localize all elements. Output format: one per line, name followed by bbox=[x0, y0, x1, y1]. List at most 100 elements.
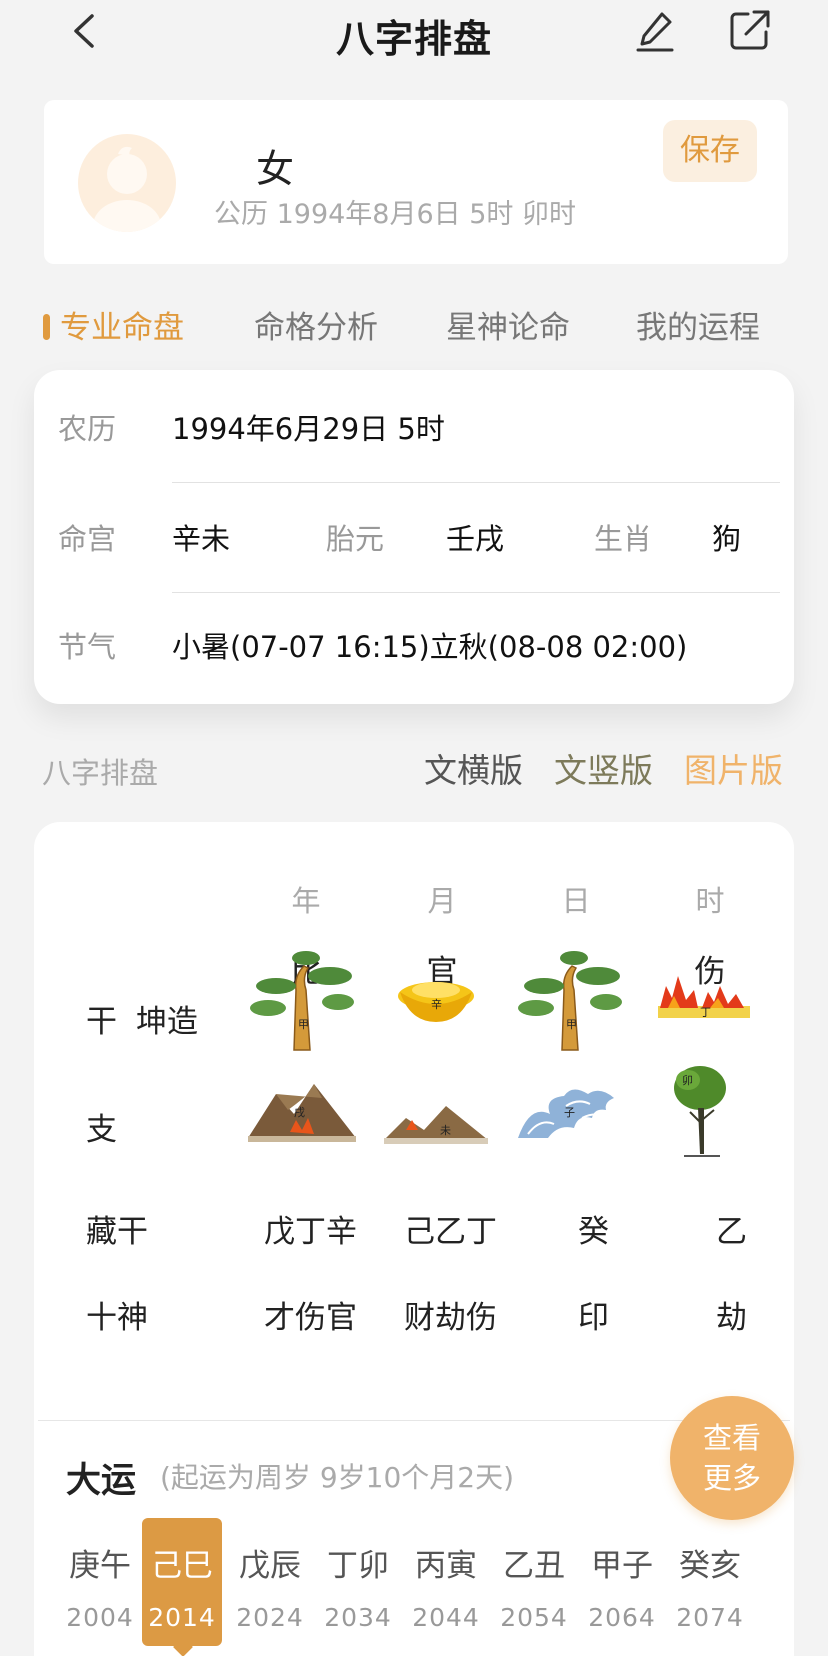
nav-bar: 八字排盘 bbox=[0, 0, 828, 66]
jieqi-row: 节气 小暑(07-07 16:15)立秋(08-08 02:00) bbox=[34, 592, 794, 702]
dayun-item[interactable]: 丙寅 2044 bbox=[406, 1518, 486, 1646]
zhi-day-image: 子 bbox=[514, 1054, 626, 1162]
branch-char: 卯 bbox=[682, 1074, 693, 1087]
dayun-year: 2064 bbox=[588, 1603, 656, 1632]
gender-text: 女 bbox=[256, 147, 295, 191]
dayun-year: 2024 bbox=[236, 1603, 304, 1632]
dayun-year: 2014 bbox=[148, 1603, 216, 1632]
stem-char: 辛 bbox=[431, 997, 442, 1011]
female-avatar-icon bbox=[93, 146, 161, 232]
lunar-label: 农历 bbox=[58, 412, 117, 446]
view-more-label-line2: 更多 bbox=[702, 1461, 761, 1495]
ten-god-bottom-month: 财劫伤 bbox=[404, 1300, 497, 1336]
hidden-stem-day: 癸 bbox=[578, 1214, 609, 1250]
taiyuan-value: 壬戌 bbox=[446, 522, 505, 556]
dayun-ganzhi: 庚午 bbox=[69, 1548, 131, 1584]
share-external-icon bbox=[730, 10, 770, 50]
fire-icon: 丁 bbox=[658, 976, 750, 1019]
branch-char: 未 bbox=[440, 1124, 451, 1137]
ten-god-bottom-hour: 劫 bbox=[716, 1300, 747, 1336]
minggong-label: 命宫 bbox=[58, 522, 117, 556]
dayun-ganzhi: 丁卯 bbox=[327, 1548, 389, 1584]
pine-tree-icon: 甲 bbox=[518, 951, 622, 1051]
tab-pattern-analysis[interactable]: 命格分析 bbox=[254, 302, 378, 347]
tab-my-fortune[interactable]: 我的运程 bbox=[636, 302, 760, 347]
branch-char: 子 bbox=[564, 1106, 575, 1119]
horizontal-text-version-button[interactable]: 文横版 bbox=[424, 744, 523, 792]
save-button[interactable]: 保存 bbox=[663, 120, 757, 182]
vertical-text-version-button[interactable]: 文竖版 bbox=[554, 744, 653, 792]
dayun-item[interactable]: 癸亥 2074 bbox=[670, 1518, 750, 1646]
dayun-year: 2004 bbox=[66, 1603, 134, 1632]
dayun-year: 2074 bbox=[676, 1603, 744, 1632]
hidden-stem-month: 己乙丁 bbox=[404, 1214, 497, 1250]
row-label-kunzao: 坤造 bbox=[136, 1004, 198, 1040]
column-month: 月 bbox=[427, 884, 457, 918]
dayun-year: 2034 bbox=[324, 1603, 392, 1632]
dayun-item-selected[interactable]: 己巳 2014 bbox=[142, 1518, 222, 1646]
dayun-item[interactable]: 丁卯 2034 bbox=[318, 1518, 398, 1646]
view-more-label-line1: 查看 bbox=[702, 1421, 761, 1455]
lunar-info-card: 农历 1994年6月29日 5时 命宫 辛未 胎元 壬戌 生肖 狗 节气 小暑(… bbox=[34, 370, 794, 704]
row-label-zhi: 支 bbox=[86, 1112, 117, 1148]
edit-button[interactable] bbox=[632, 8, 678, 54]
row-label-shishen: 十神 bbox=[86, 1300, 148, 1336]
dayun-item[interactable]: 戊辰 2024 bbox=[230, 1518, 310, 1646]
small-tree-icon: 卯 bbox=[674, 1066, 726, 1157]
dayun-title: 大运 bbox=[66, 1461, 137, 1501]
hidden-stem-year: 戊丁辛 bbox=[264, 1214, 357, 1250]
column-year: 年 bbox=[291, 884, 321, 918]
dayun-item[interactable]: 乙丑 2054 bbox=[494, 1518, 574, 1646]
tab-professional-chart[interactable]: 专业命盘 bbox=[60, 302, 184, 347]
row-label-canggan: 藏干 bbox=[86, 1214, 148, 1250]
dayun-ganzhi: 戊辰 bbox=[239, 1548, 301, 1584]
lunar-value: 1994年6月29日 5时 bbox=[172, 412, 445, 446]
column-day: 日 bbox=[561, 884, 591, 918]
zhi-month-image: 未 bbox=[380, 1054, 492, 1162]
ten-god-bottom-day: 印 bbox=[578, 1300, 609, 1336]
dayun-ganzhi: 丙寅 bbox=[415, 1548, 477, 1584]
zodiac-label: 生肖 bbox=[594, 522, 653, 556]
waves-icon: 子 bbox=[518, 1089, 614, 1138]
hidden-stem-hour: 乙 bbox=[716, 1214, 747, 1250]
gan-month-image: 辛 bbox=[380, 946, 492, 1054]
dayun-ganzhi: 癸亥 bbox=[679, 1548, 741, 1584]
gan-hour-image: 丁 bbox=[648, 946, 760, 1054]
lunar-row: 农历 1994年6月29日 5时 bbox=[34, 370, 794, 480]
gan-day-image: 甲 bbox=[514, 946, 626, 1054]
tab-active-indicator bbox=[43, 314, 50, 340]
pencil-icon bbox=[636, 12, 674, 52]
tab-bar: 专业命盘 命格分析 星神论命 我的运程 bbox=[0, 294, 828, 350]
avatar bbox=[78, 134, 176, 232]
column-hour: 时 bbox=[695, 884, 725, 918]
zhi-year-image: 戌 bbox=[246, 1054, 358, 1162]
dayun-ganzhi: 己巳 bbox=[151, 1548, 213, 1584]
gan-year-image: 甲 bbox=[246, 946, 358, 1054]
stem-char: 甲 bbox=[298, 1018, 309, 1031]
page-title: 八字排盘 bbox=[335, 17, 492, 61]
profile-card: 女 公历 1994年8月6日 5时 卯时 保存 bbox=[44, 100, 788, 264]
dayun-item[interactable]: 庚午 2004 bbox=[60, 1518, 140, 1646]
minggong-value: 辛未 bbox=[172, 522, 231, 556]
dayun-note: (起运为周岁 9岁10个月2天) bbox=[160, 1461, 515, 1494]
jieqi-value: 小暑(07-07 16:15)立秋(08-08 02:00) bbox=[172, 630, 688, 664]
branch-char: 戌 bbox=[294, 1106, 305, 1119]
mountain-fire-icon: 戌 bbox=[248, 1084, 356, 1142]
image-version-button[interactable]: 图片版 bbox=[684, 744, 783, 792]
pine-tree-icon: 甲 bbox=[250, 951, 354, 1051]
view-more-button[interactable]: 查看 更多 bbox=[670, 1396, 794, 1520]
stem-char: 丁 bbox=[700, 1006, 711, 1019]
zhi-hour-image: 卯 bbox=[648, 1054, 760, 1162]
dayun-year: 2054 bbox=[500, 1603, 568, 1632]
stem-char: 甲 bbox=[566, 1018, 577, 1031]
gold-ingot-icon: 辛 bbox=[398, 982, 474, 1022]
taiyuan-label: 胎元 bbox=[326, 522, 385, 556]
dayun-item[interactable]: 甲子 2064 bbox=[582, 1518, 662, 1646]
dayun-ganzhi: 甲子 bbox=[591, 1548, 653, 1584]
tab-star-analysis[interactable]: 星神论命 bbox=[446, 302, 570, 347]
bazi-section-header: 八字排盘 文横版 文竖版 图片版 bbox=[0, 744, 828, 794]
bazi-chart-card: 年 月 日 时 比 官 伤 干 坤造 支 藏干 十神 甲 辛 bbox=[34, 822, 794, 1656]
share-button[interactable] bbox=[726, 8, 772, 54]
hills-fire-icon: 未 bbox=[384, 1106, 488, 1144]
solar-date-text: 公历 1994年8月6日 5时 卯时 bbox=[214, 199, 576, 230]
